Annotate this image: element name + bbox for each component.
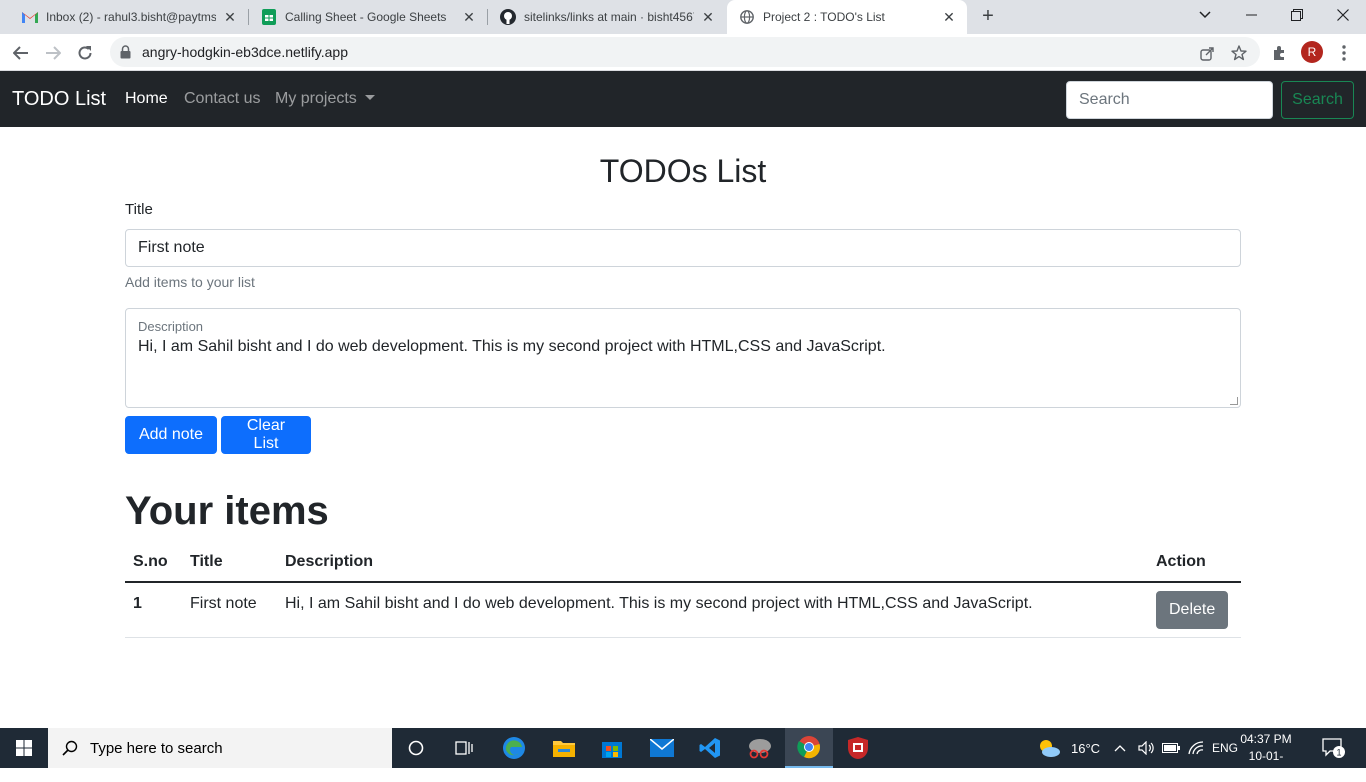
tab-sheets[interactable]: Calling Sheet - Google Sheets ✕: [249, 0, 487, 34]
task-view-icon[interactable]: [440, 728, 488, 768]
tab-github[interactable]: sitelinks/links at main · bisht4567 ✕: [488, 0, 726, 34]
tab-title: sitelinks/links at main · bisht4567: [524, 10, 694, 24]
search-icon: [62, 740, 78, 756]
column-header: Title: [182, 547, 277, 583]
title-help-text: Add items to your list: [125, 274, 255, 290]
tab-project[interactable]: Project 2 : TODO's List ✕: [727, 0, 967, 34]
description-value: Hi, I am Sahil bisht and I do web develo…: [138, 338, 886, 355]
site-navbar: TODO List Home Contact us My projects Se…: [0, 71, 1366, 127]
windows-start-icon[interactable]: [0, 728, 48, 768]
title-input[interactable]: [125, 229, 1241, 267]
notifications-icon[interactable]: 1: [1322, 728, 1346, 768]
table-header-row: S.no Title Description Action: [125, 547, 1241, 583]
close-icon[interactable]: ✕: [222, 9, 238, 25]
share-icon[interactable]: [1199, 45, 1215, 61]
delete-button[interactable]: Delete: [1156, 591, 1229, 629]
description-label: Description: [138, 319, 204, 334]
items-table: S.no Title Description Action 1 First no…: [125, 547, 1241, 638]
resize-handle[interactable]: [1230, 397, 1238, 405]
menu-icon[interactable]: [1331, 40, 1357, 66]
row-action: Delete: [1148, 582, 1241, 638]
lock-icon[interactable]: [120, 45, 131, 64]
gmail-icon: [22, 9, 38, 25]
show-hidden-icons-icon[interactable]: [1114, 728, 1126, 768]
tab-title: Inbox (2) - rahul3.bisht@paytmse: [46, 10, 216, 24]
clock-date: 10-01-2022: [1248, 749, 1284, 780]
clear-list-button[interactable]: Clear List: [221, 416, 311, 454]
windows-taskbar: Type here to search 16°C ENG 04:37 PM 10…: [0, 728, 1366, 780]
weather-widget[interactable]: 16°C: [1037, 728, 1100, 768]
forward-icon[interactable]: [40, 40, 66, 66]
navbar-search-button[interactable]: Search: [1281, 81, 1354, 119]
weather-cloud-icon: [1037, 739, 1061, 757]
minimize-icon[interactable]: [1228, 0, 1274, 30]
description-textarea[interactable]: Description Hi, I am Sahil bisht and I d…: [125, 308, 1241, 408]
extensions-icon[interactable]: [1266, 40, 1292, 66]
battery-icon[interactable]: [1162, 728, 1180, 768]
items-heading: Your items: [125, 489, 329, 533]
column-header: Description: [277, 547, 1148, 583]
edge-icon[interactable]: [490, 728, 538, 768]
row-sno: 1: [125, 582, 182, 638]
microsoft-store-icon[interactable]: [588, 728, 636, 768]
nav-my-projects-label: My projects: [275, 90, 357, 107]
close-icon[interactable]: ✕: [461, 9, 477, 25]
clock-time: 04:37 PM: [1240, 732, 1292, 746]
vscode-icon[interactable]: [686, 728, 734, 768]
weather-temperature: 16°C: [1071, 740, 1101, 756]
tab-title: Calling Sheet - Google Sheets: [285, 10, 447, 24]
tab-gmail[interactable]: Inbox (2) - rahul3.bisht@paytmse ✕: [10, 0, 248, 34]
mail-icon[interactable]: [638, 728, 686, 768]
volume-icon[interactable]: [1138, 728, 1154, 768]
back-icon[interactable]: [8, 40, 34, 66]
cortana-icon[interactable]: [392, 728, 440, 768]
url-text: angry-hodgkin-eb3dce.netlify.app: [142, 44, 348, 60]
close-icon[interactable]: ✕: [700, 9, 716, 25]
column-header: S.no: [125, 547, 182, 583]
row-title: First note: [182, 582, 277, 638]
navbar-search-input[interactable]: [1066, 81, 1273, 119]
title-label: Title: [125, 201, 153, 218]
page-title: TODOs List: [599, 153, 767, 189]
language-indicator[interactable]: ENG: [1212, 728, 1238, 768]
github-icon: [500, 9, 516, 25]
row-description: Hi, I am Sahil bisht and I do web develo…: [277, 582, 1148, 638]
profile-avatar[interactable]: R: [1301, 41, 1323, 63]
column-header: Action: [1148, 547, 1241, 583]
wifi-icon[interactable]: [1188, 728, 1204, 768]
nav-contact-us[interactable]: Contact us: [184, 90, 260, 108]
taskbar-clock[interactable]: 04:37 PM 10-01-2022: [1236, 731, 1296, 782]
browser-tab-strip: Inbox (2) - rahul3.bisht@paytmse ✕ Calli…: [0, 0, 1366, 34]
new-tab-icon[interactable]: +: [976, 5, 1000, 29]
star-icon[interactable]: [1231, 45, 1247, 61]
snipping-tool-icon[interactable]: [736, 728, 784, 768]
nav-my-projects[interactable]: My projects: [275, 90, 375, 108]
chrome-icon[interactable]: [785, 728, 833, 768]
nav-home[interactable]: Home: [125, 90, 168, 108]
browser-toolbar: angry-hodgkin-eb3dce.netlify.app R: [0, 34, 1366, 71]
address-bar[interactable]: angry-hodgkin-eb3dce.netlify.app: [110, 37, 1260, 67]
tab-search-icon[interactable]: [1182, 0, 1228, 30]
navbar-brand[interactable]: TODO List: [12, 88, 106, 111]
globe-icon: [739, 9, 755, 25]
close-window-icon[interactable]: [1320, 0, 1366, 30]
tab-title: Project 2 : TODO's List: [763, 10, 885, 24]
restore-icon[interactable]: [1274, 0, 1320, 30]
antivirus-icon[interactable]: [834, 728, 882, 768]
sheets-icon: [261, 9, 277, 25]
taskbar-search-box[interactable]: Type here to search: [48, 728, 392, 768]
table-row: 1 First note Hi, I am Sahil bisht and I …: [125, 582, 1241, 638]
caret-down-icon: [364, 95, 375, 100]
file-explorer-icon[interactable]: [540, 728, 588, 768]
taskbar-search-placeholder: Type here to search: [90, 739, 223, 757]
add-note-button[interactable]: Add note: [125, 416, 217, 454]
close-icon[interactable]: ✕: [941, 9, 957, 25]
reload-icon[interactable]: [72, 40, 98, 66]
notification-count: 1: [1336, 748, 1341, 758]
